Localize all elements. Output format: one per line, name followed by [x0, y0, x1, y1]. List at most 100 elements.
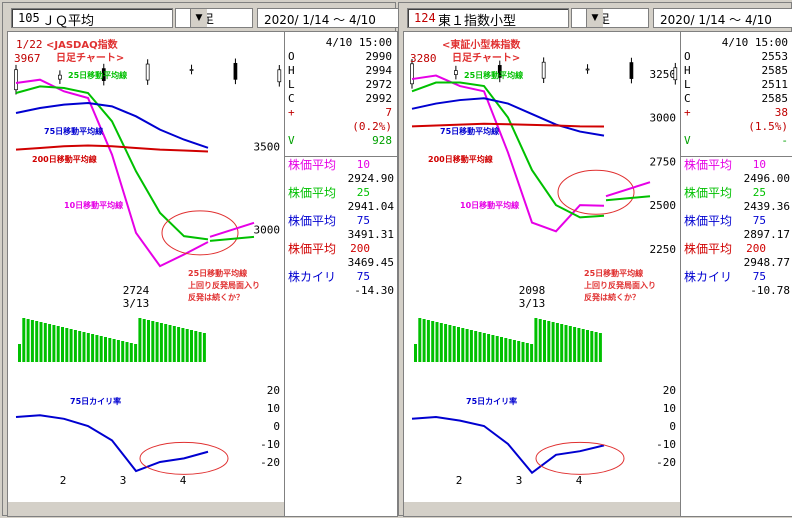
stock-name: 東１指数小型: [438, 14, 517, 29]
chart-area: 3500 3000 <JASDAQ指数 日足チャート> 1/22 3967 2724 3/13…: [7, 31, 285, 517]
volume-bar: [78, 331, 82, 362]
volume-bar: [581, 329, 585, 362]
volume-bar: [590, 331, 594, 362]
change-pct: (1.5%): [748, 120, 788, 133]
toolbar: 105ＪＱ平均日足▼2020/ 1/14 ～ 4/10: [5, 6, 399, 29]
ohlc-block: 4/10 15:00 O 2553 H 2585 L 2511 C 2585 +38 (1.5%) V…: [684, 36, 788, 148]
low-date-label: 3/13: [519, 297, 546, 310]
candle-body: [673, 67, 678, 81]
ohlc-row-o: O 2553: [684, 50, 788, 64]
volume-bar: [194, 331, 198, 362]
ohlc-row-l: L 2972: [288, 78, 392, 92]
ma-period: 25: [356, 186, 370, 199]
ohlc-key: C: [288, 92, 295, 105]
ma200-label: 200日移動平均線: [32, 154, 97, 164]
low-value-label: 2724: [123, 284, 150, 297]
ma-block: 株価平均 10 2496.00 株価平均 25 2439.36 株価平均 75 2897.17 株…: [684, 158, 790, 298]
volume-bar: [439, 323, 443, 362]
chart-title: <東証小型株指数: [442, 38, 521, 51]
month-label: 3: [120, 474, 127, 487]
volume-bar: [95, 335, 99, 362]
annotation-note: 25日移動平均線: [584, 268, 643, 278]
ohlc-value: 2990: [365, 50, 393, 63]
code-field[interactable]: 105 ＪＱ平均: [11, 8, 173, 29]
stock-code: 105: [18, 11, 40, 25]
kairi-tick-label: -20: [260, 456, 280, 469]
chevron-down-icon: ▼: [586, 9, 603, 27]
ohlc-row-l: L 2511: [684, 78, 788, 92]
volume-bar: [18, 344, 21, 362]
ohlc-key: L: [684, 78, 691, 91]
ma-value-row: 3469.45: [288, 256, 394, 270]
ma-label-row: 株価平均 75: [684, 214, 790, 228]
ma-period: 75: [752, 214, 766, 227]
volume-value: 928: [372, 134, 392, 147]
kairi-tick-label: -10: [656, 438, 676, 451]
ma-label: 株価平均: [288, 158, 337, 172]
volume-bar: [22, 318, 26, 362]
stock-code: 124: [414, 11, 436, 25]
month-label: 4: [180, 474, 187, 487]
candle-body: [189, 69, 194, 71]
volume-bar: [65, 328, 69, 362]
volume-bar: [543, 320, 546, 362]
horizontal-scrollbar[interactable]: [8, 502, 284, 516]
ma-label: 株カイリ: [684, 270, 733, 284]
chart-window-small: 124東１指数小型日足▼2020/ 1/14 ～ 4/1032503000275…: [398, 2, 792, 517]
y-tick-label: 2750: [650, 155, 677, 168]
volume-bar: [482, 333, 486, 362]
month-label: 2: [456, 474, 463, 487]
high-value-label: 3280: [410, 52, 437, 65]
volume-bar: [104, 337, 107, 362]
ma10-projection: [209, 221, 255, 238]
candle-body: [629, 62, 634, 79]
volume-bar: [61, 327, 64, 362]
ma-label: 株価平均: [288, 242, 337, 256]
volume-row: V-: [684, 134, 788, 148]
ohlc-key: C: [684, 92, 691, 105]
ma-value: -10.78: [750, 284, 790, 297]
info-panel: 4/10 15:00 O 2990 H 2994 L 2972 C 2992 +7 (0.2%) V 9…: [284, 31, 398, 517]
volume-bar: [185, 329, 189, 362]
volume-bar: [177, 327, 181, 362]
ma200-line: [15, 144, 209, 153]
change-value: 7: [385, 106, 392, 119]
ma-period: 10: [752, 158, 766, 171]
kairi-tick-label: 0: [273, 420, 280, 433]
ma75-label: 75日移動平均線: [44, 126, 103, 136]
ohlc-date: 4/10 15:00: [721, 36, 788, 49]
y-tick-label: 3500: [254, 140, 281, 153]
volume-bar: [108, 338, 112, 362]
high-date-label: 1/22: [16, 38, 43, 51]
date-range[interactable]: 2020/ 1/14 ～ 4/10: [257, 8, 399, 28]
period-select[interactable]: 日足▼: [175, 8, 253, 28]
volume-bar: [568, 326, 572, 362]
ma-period: 25: [752, 186, 766, 199]
code-field[interactable]: 124 東１指数小型: [407, 8, 569, 29]
chart-title: 日足チャート>: [56, 52, 124, 64]
volume-bar: [577, 328, 581, 362]
volume-bar: [435, 322, 439, 362]
ohlc-row-h: H 2994: [288, 64, 392, 78]
volume-bar: [478, 332, 482, 362]
volume-bar: [560, 324, 564, 362]
date-range[interactable]: 2020/ 1/14 ～ 4/10: [653, 8, 792, 28]
horizontal-scrollbar[interactable]: [404, 502, 680, 516]
candle-body: [58, 74, 62, 80]
ma-block: 株価平均 10 2924.90 株価平均 25 2941.04 株価平均 75 3491.31 株…: [288, 158, 394, 298]
ma-period: 75: [752, 270, 766, 283]
ma-label: 株価平均: [684, 186, 733, 200]
volume-bar: [448, 325, 452, 362]
ma-label-row: 株価平均 10: [684, 158, 790, 172]
volume-bar: [147, 320, 150, 362]
volume-bar: [125, 342, 129, 362]
kairi-tick-label: -10: [260, 438, 280, 451]
change-row: +7: [288, 106, 392, 120]
period-select[interactable]: 日足▼: [571, 8, 649, 28]
volume-bar: [452, 326, 456, 362]
volume-bar: [26, 319, 30, 362]
y-tick-label: 3000: [254, 224, 281, 237]
change-sign: +: [684, 106, 691, 119]
volume-bar: [202, 333, 206, 362]
ma-period: 75: [356, 270, 370, 283]
